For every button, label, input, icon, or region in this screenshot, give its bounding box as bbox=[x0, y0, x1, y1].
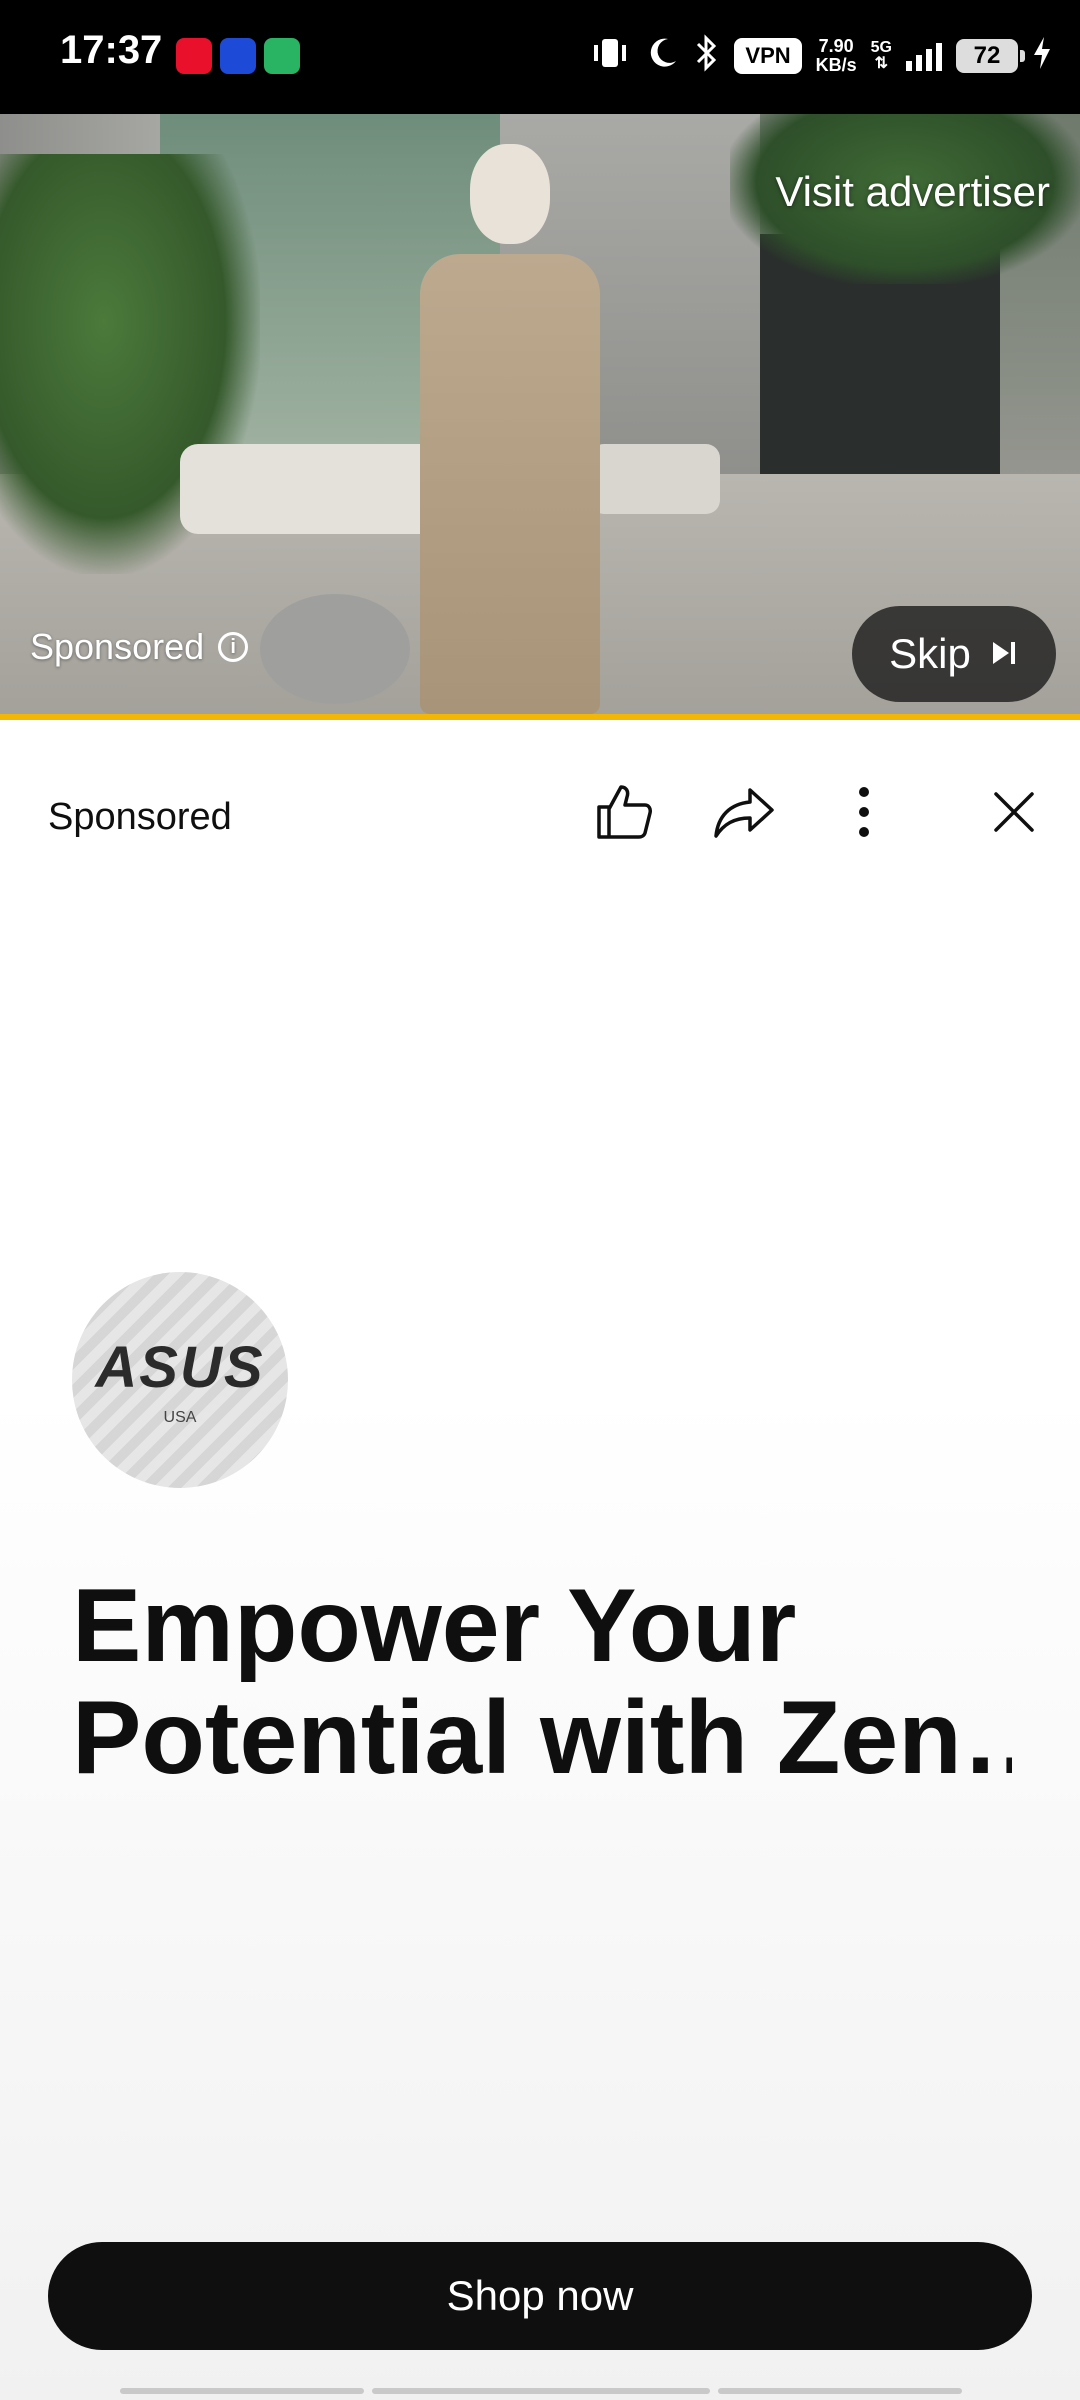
share-icon bbox=[714, 788, 774, 838]
advertiser-logo-subtext: USA bbox=[163, 1408, 197, 1426]
ad-video-player[interactable]: Visit advertiser Skip Sponsored i bbox=[0, 114, 1080, 714]
ad-details-panel: Sponsored ASUS USA Empower Your Potentia… bbox=[0, 720, 1080, 2400]
advertiser-logo[interactable]: ASUS USA bbox=[72, 1272, 288, 1488]
like-button[interactable] bbox=[584, 772, 664, 852]
video-sponsored-label[interactable]: Sponsored i bbox=[30, 626, 249, 668]
thumbs-up-icon bbox=[597, 785, 652, 839]
close-button[interactable] bbox=[974, 772, 1054, 852]
vertical-dots-icon bbox=[859, 787, 869, 837]
skip-ad-button[interactable]: Skip bbox=[852, 606, 1056, 702]
ad-headline: Empower Your Potential with Zen… bbox=[72, 1570, 1012, 1794]
page-indicator bbox=[120, 2388, 962, 2394]
bluetooth-icon bbox=[694, 34, 720, 78]
vpn-badge: VPN bbox=[734, 38, 802, 74]
skip-label: Skip bbox=[889, 630, 971, 677]
share-button[interactable] bbox=[704, 772, 784, 852]
more-options-button[interactable] bbox=[824, 772, 904, 852]
status-icons: VPN 7.90 KB/s 5G ⇅ 72 bbox=[590, 30, 1052, 82]
status-time: 17:37 bbox=[60, 28, 163, 72]
ad-headline-line-2: Potential with Zen… bbox=[72, 1682, 1012, 1794]
close-icon bbox=[994, 792, 1034, 832]
data-arrows-icon: ⇅ bbox=[874, 55, 889, 72]
video-person bbox=[410, 144, 610, 714]
visit-advertiser-link[interactable]: Visit advertiser bbox=[775, 168, 1050, 216]
network-type: 5G ⇅ bbox=[870, 39, 892, 72]
signal-strength-icon bbox=[906, 41, 942, 71]
advertiser-logo-text: ASUS bbox=[95, 1334, 265, 1400]
vibrate-icon bbox=[590, 35, 630, 77]
shop-now-button[interactable]: Shop now bbox=[48, 2242, 1032, 2350]
do-not-disturb-moon-icon bbox=[644, 35, 680, 77]
charging-icon bbox=[1032, 35, 1052, 77]
app-notification-icon-green bbox=[264, 38, 300, 74]
ad-headline-line-1: Empower Your bbox=[72, 1570, 797, 1682]
panel-sponsored-label: Sponsored bbox=[48, 796, 232, 838]
skip-next-icon bbox=[989, 630, 1019, 678]
app-notification-icon-blue bbox=[220, 38, 256, 74]
network-speed: 7.90 KB/s bbox=[815, 36, 857, 75]
app-notification-icon-red bbox=[176, 38, 212, 74]
ad-panel-header: Sponsored bbox=[0, 760, 1080, 870]
status-bar: 17:37 VPN 7.90 KB/s 5G ⇅ 72 bbox=[0, 0, 1080, 114]
battery-indicator: 72 bbox=[956, 39, 1025, 73]
info-icon[interactable]: i bbox=[218, 632, 249, 662]
